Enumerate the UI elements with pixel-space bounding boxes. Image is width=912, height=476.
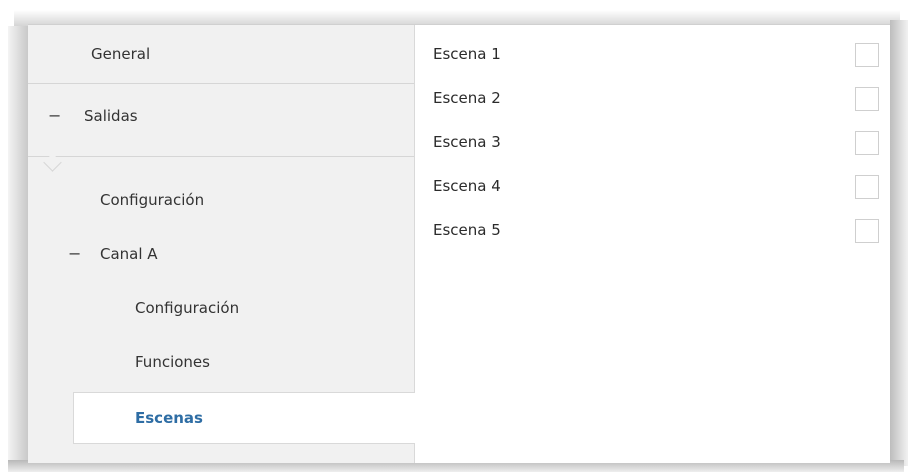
scene-label: Escena 5 — [433, 221, 501, 239]
scene-checkbox[interactable] — [855, 87, 879, 111]
collapse-icon[interactable]: − — [68, 244, 81, 263]
sidebar-item-label: Canal A — [100, 245, 158, 263]
scenes-panel: Escena 1 Escena 2 Escena 3 Escena 4 Esce… — [415, 25, 890, 463]
sidebar-item-label: General — [91, 45, 151, 63]
window-shadow-left — [8, 26, 30, 466]
sidebar-item-label: Configuración — [100, 191, 205, 209]
scene-label: Escena 1 — [433, 45, 501, 63]
scene-row-2: Escena 2 — [433, 87, 879, 113]
scene-checkbox[interactable] — [855, 219, 879, 243]
screenshot-frame: General − Salidas Configuración − Canal … — [0, 0, 912, 476]
sidebar-item-channel-a[interactable]: − Canal A — [28, 229, 414, 283]
scene-row-1: Escena 1 — [433, 43, 879, 69]
parameters-window: General − Salidas Configuración − Canal … — [28, 24, 890, 463]
scene-checkbox[interactable] — [855, 175, 879, 199]
scene-checkbox[interactable] — [855, 131, 879, 155]
scene-row-3: Escena 3 — [433, 131, 879, 157]
divider — [28, 156, 414, 157]
sidebar-item-functions[interactable]: Funciones — [28, 337, 414, 391]
sidebar-item-label: Salidas — [84, 107, 138, 125]
sidebar-item-general[interactable]: General — [28, 25, 414, 83]
scene-label: Escena 4 — [433, 177, 501, 195]
sidebar-item-outputs-configuration[interactable]: Configuración — [28, 175, 414, 229]
sidebar-item-label: Escenas — [135, 409, 203, 427]
window-shadow-right — [890, 20, 908, 466]
scene-label: Escena 2 — [433, 89, 501, 107]
scene-label: Escena 3 — [433, 133, 501, 151]
sidebar-item-outputs[interactable]: − Salidas — [28, 84, 414, 156]
scene-row-5: Escena 5 — [433, 219, 879, 245]
sidebar-item-label: Funciones — [135, 353, 210, 371]
scene-row-4: Escena 4 — [433, 175, 879, 201]
sidebar-item-label: Configuración — [135, 299, 240, 317]
collapse-icon[interactable]: − — [48, 106, 61, 125]
sidebar-item-scenes[interactable]: Escenas — [73, 392, 416, 444]
sidebar-item-channel-configuration[interactable]: Configuración — [28, 283, 414, 337]
navigation-sidebar: General − Salidas Configuración − Canal … — [28, 25, 416, 463]
scene-checkbox[interactable] — [855, 43, 879, 67]
